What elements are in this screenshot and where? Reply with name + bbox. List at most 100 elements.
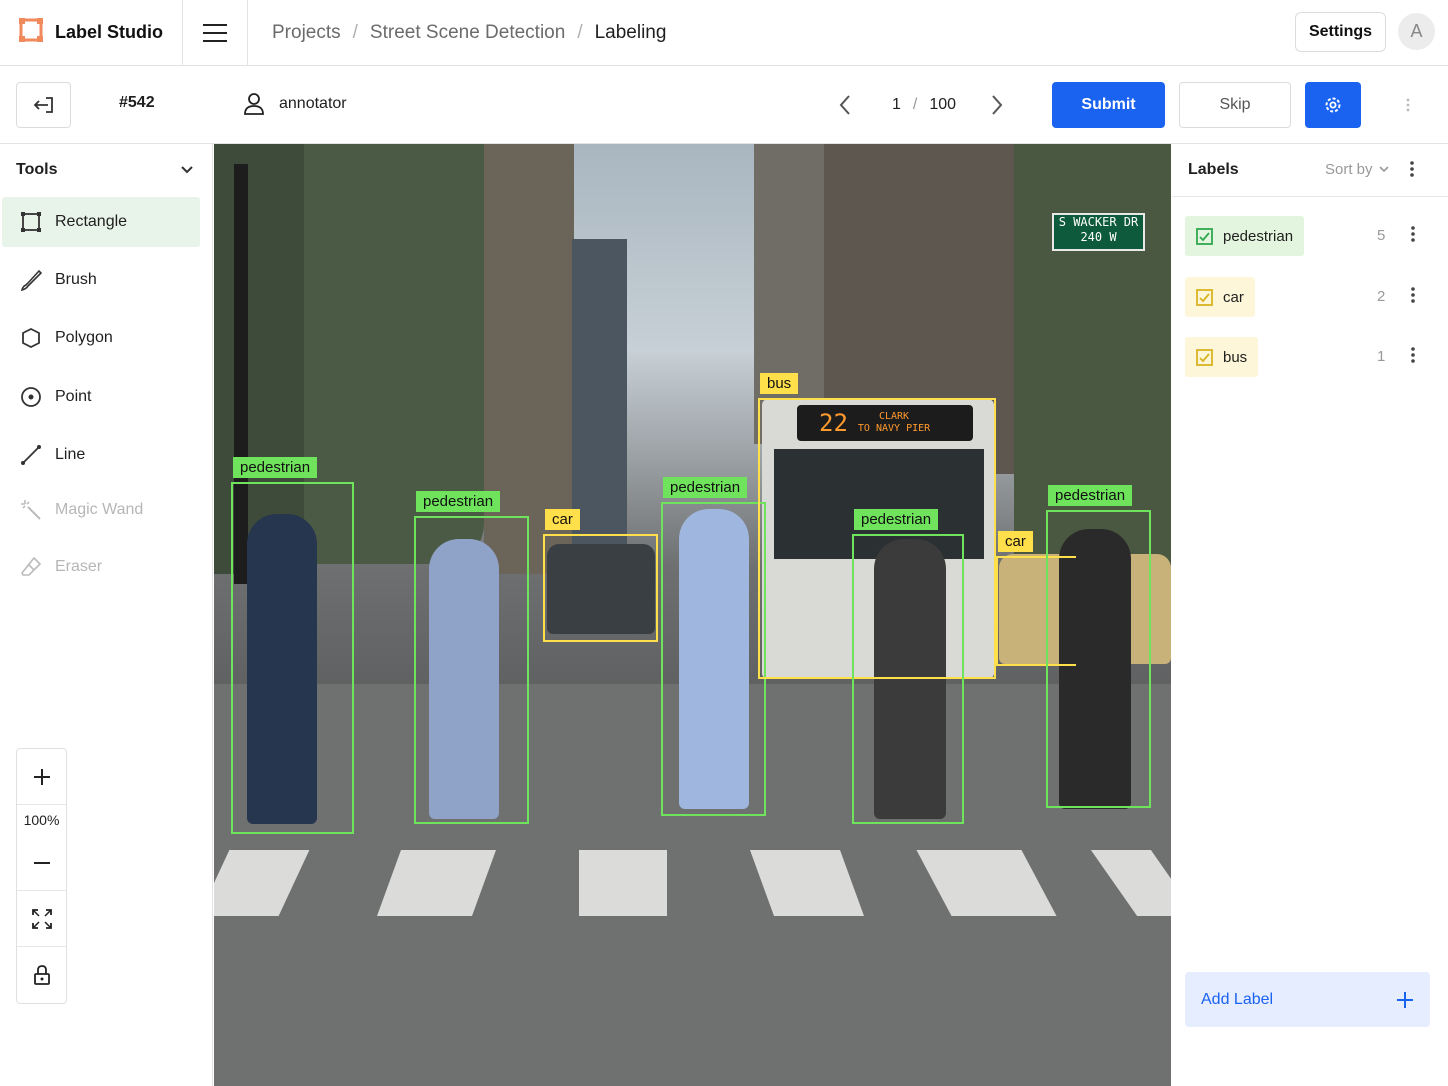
label-chip[interactable]: bus (1185, 337, 1259, 377)
hamburger-menu-button[interactable] (183, 0, 248, 66)
add-label-button[interactable]: Add Label (1185, 972, 1430, 1027)
bbox-pedestrian[interactable]: pedestrian (1046, 485, 1151, 808)
breadcrumb-project[interactable]: Street Scene Detection (370, 22, 565, 44)
breadcrumb-projects[interactable]: Projects (272, 22, 341, 44)
app-name: Label Studio (55, 22, 163, 42)
task-id: #542 (119, 94, 155, 111)
more-vert-icon[interactable] (1411, 286, 1415, 309)
current-page: 1 (892, 96, 901, 113)
rectangle-icon (21, 212, 41, 232)
label-count: 5 (1377, 227, 1386, 244)
tool-rectangle[interactable]: Rectangle (2, 197, 200, 247)
crosswalk-stripe (579, 850, 667, 916)
tool-label: Line (55, 446, 86, 463)
add-label-text: Add Label (1201, 990, 1274, 1008)
gear-icon (1325, 97, 1341, 113)
tools-panel: Tools Rectangle Brush Polygon Point Line (0, 144, 213, 1086)
label-name: pedestrian (1223, 227, 1294, 245)
user-icon (244, 93, 264, 115)
more-vert-icon[interactable] (1411, 225, 1415, 248)
fit-to-screen-button[interactable] (17, 891, 66, 947)
bbox-pedestrian[interactable]: pedestrian (661, 477, 766, 816)
tools-header: Tools (16, 161, 58, 178)
brand[interactable]: Label Studio (0, 0, 183, 66)
task-settings-button[interactable] (1305, 82, 1361, 128)
label-name: bus (1223, 348, 1248, 366)
breadcrumb-separator: / (577, 21, 583, 43)
label-count: 1 (1377, 348, 1386, 365)
label-chip[interactable]: car (1185, 277, 1255, 317)
chevron-down-icon (181, 166, 193, 174)
skip-button[interactable]: Skip (1179, 82, 1291, 128)
bbox-pedestrian[interactable]: pedestrian (852, 509, 964, 824)
polygon-icon (22, 327, 40, 349)
tool-label: Eraser (55, 558, 103, 575)
zoom-out-button[interactable] (17, 835, 66, 891)
breadcrumb-separator: / (352, 21, 358, 43)
label-item-car[interactable]: car 2 (1185, 277, 1445, 317)
labels-title: Labels (1188, 161, 1239, 178)
tool-label: Brush (55, 271, 97, 288)
bbox-label: pedestrian (854, 509, 939, 530)
checkbox-checked-icon[interactable] (1196, 288, 1213, 306)
annotator-info: annotator (243, 92, 347, 116)
tool-label: Rectangle (55, 213, 128, 230)
bbox-pedestrian[interactable]: pedestrian (414, 491, 529, 824)
bbox-label: bus (760, 373, 799, 394)
more-vert-icon[interactable] (1410, 160, 1414, 183)
exit-button[interactable] (16, 82, 71, 128)
annotator-name: annotator (279, 95, 347, 112)
bbox-car[interactable]: car (543, 509, 658, 642)
checkbox-checked-icon[interactable] (1196, 348, 1213, 366)
bbox-pedestrian[interactable]: pedestrian (231, 457, 354, 834)
tower-glass (572, 239, 627, 584)
collapse-tools-button[interactable] (178, 162, 196, 178)
labels-panel: Labels Sort by pedestrian 5 car 2 bus 1 (1172, 144, 1448, 1086)
tool-polygon[interactable]: Polygon (2, 313, 200, 363)
more-vert-icon[interactable] (1411, 346, 1415, 369)
lock-button[interactable] (17, 947, 66, 1003)
chevron-right-icon[interactable] (990, 94, 1004, 116)
zoom-controls: 100% (16, 748, 67, 1004)
annotation-canvas[interactable]: S WACKER DR 240 W 22 CLARK TO NAVY PIER … (214, 144, 1171, 1086)
settings-button[interactable]: Settings (1295, 12, 1386, 52)
logo-icon (18, 17, 44, 48)
tool-point[interactable]: Point (2, 372, 200, 422)
tool-eraser[interactable]: Eraser (2, 542, 200, 592)
label-chip[interactable]: pedestrian (1185, 216, 1305, 256)
sort-by-dropdown[interactable]: Sort by (1325, 161, 1389, 178)
breadcrumb: Projects / Street Scene Detection / Labe… (248, 22, 666, 44)
brush-icon (20, 269, 42, 291)
plus-icon (1397, 991, 1413, 1008)
bbox-label: car (998, 531, 1033, 552)
label-item-bus[interactable]: bus 1 (1185, 337, 1445, 377)
expand-icon (31, 908, 52, 929)
chevron-left-icon[interactable] (838, 94, 852, 116)
tool-line[interactable]: Line (2, 430, 200, 480)
point-icon (21, 387, 41, 407)
zoom-in-button[interactable] (17, 749, 66, 805)
tool-magic-wand[interactable]: Magic Wand (2, 485, 200, 535)
hamburger-icon (203, 23, 227, 42)
breadcrumb-current: Labeling (594, 21, 667, 43)
avatar[interactable]: A (1398, 13, 1435, 50)
bbox-label: pedestrian (663, 477, 748, 498)
label-item-pedestrian[interactable]: pedestrian 5 (1185, 216, 1445, 256)
zoom-level: 100% (23, 812, 60, 828)
task-toolbar: #542 annotator 1 / 100 Submit Skip (0, 66, 1448, 144)
bbox-label: pedestrian (233, 457, 318, 478)
street-sign-line2: 240 W (1080, 230, 1117, 244)
minus-icon (33, 861, 50, 864)
checkbox-checked-icon[interactable] (1196, 227, 1213, 245)
bbox-label: pedestrian (416, 491, 501, 512)
exit-icon (33, 97, 53, 113)
submit-button[interactable]: Submit (1052, 82, 1165, 128)
lock-icon (33, 965, 50, 985)
labels-header: Labels Sort by (1172, 144, 1448, 197)
bbox-label: car (545, 509, 580, 530)
chevron-down-icon (1378, 166, 1389, 173)
tool-label: Magic Wand (55, 501, 144, 518)
tool-brush[interactable]: Brush (2, 255, 200, 305)
tool-label: Point (55, 388, 92, 405)
more-vert-icon[interactable] (1400, 94, 1416, 116)
